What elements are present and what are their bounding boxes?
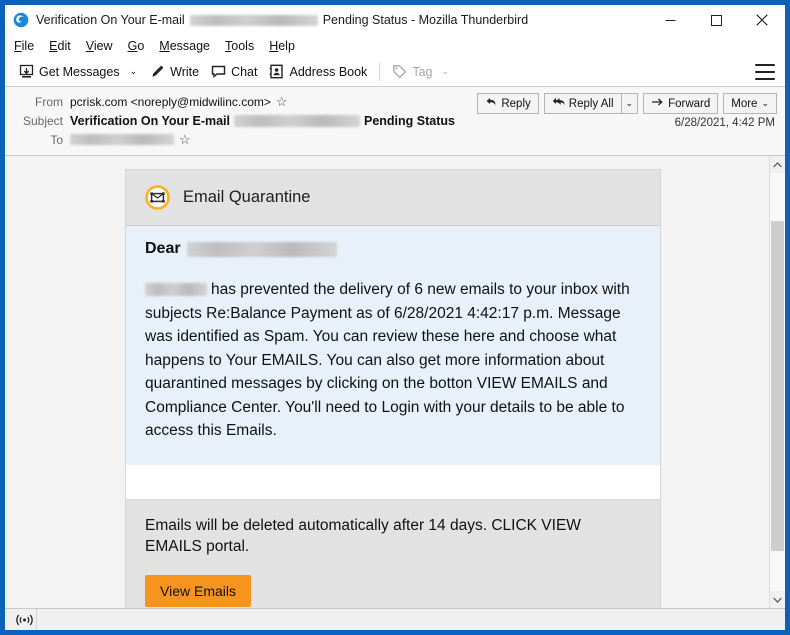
reply-all-dropdown[interactable]: ⌄ [620,93,639,114]
chevron-down-icon: ⌄ [625,98,634,108]
message-body-pane: Email Quarantine Dear has prevented the … [5,156,785,608]
chat-bubble-icon [211,64,226,79]
card-title: Email Quarantine [183,188,311,206]
scrollbar-thumb[interactable] [771,221,784,551]
subject-suffix: Pending Status [364,113,455,128]
address-book-icon [269,64,284,79]
card-footer: Emails will be deleted automatically aft… [126,498,660,608]
subject-prefix: Verification On Your E-mail [70,113,230,128]
message-header: From pcrisk.com <noreply@midwilinc.com> … [5,87,785,156]
get-messages-icon [19,64,34,79]
card-body: Dear has prevented the delivery of 6 new… [126,226,660,465]
chat-button[interactable]: Chat [205,60,263,84]
get-messages-dropdown-caret[interactable]: ⌄ [130,67,138,76]
greeting: Dear [145,240,641,258]
subject-value: Verification On Your E-mail Pending Stat… [70,114,455,128]
reply-all-icon [552,96,565,111]
hamburger-menu-icon[interactable] [755,63,775,80]
close-button[interactable] [739,5,785,35]
menu-go[interactable]: Go [128,39,153,53]
to-row: To ☆ [5,130,785,149]
tag-dropdown-caret[interactable]: ⌄ [441,67,449,76]
message-actions: Reply Reply All ⌄ Forward More ⌄ [477,93,777,114]
redacted-subject-email [234,114,360,127]
window-title-prefix: Verification On Your E-mail [36,13,185,27]
to-label: To [50,132,63,147]
write-button[interactable]: Write [144,60,205,84]
chat-label: Chat [231,64,258,79]
menu-view[interactable]: View [86,39,121,53]
window-title: Verification On Your E-mail Pending Stat… [36,13,528,27]
window-controls [647,5,785,35]
thunderbird-window: Verification On Your E-mail Pending Stat… [0,0,790,635]
scroll-up-arrow-icon[interactable] [770,156,785,173]
reply-all-button[interactable]: Reply All [543,93,621,114]
menu-edit[interactable]: Edit [49,39,79,53]
redacted-title-email [189,14,318,26]
subject-label: Subject [22,113,63,128]
from-star-icon[interactable]: ☆ [276,95,288,108]
to-star-icon[interactable]: ☆ [179,133,191,146]
tag-button[interactable]: Tag ⌄ [386,60,455,84]
title-bar: Verification On Your E-mail Pending Stat… [5,5,785,35]
scroll-down-arrow-icon[interactable] [770,591,785,608]
forward-button[interactable]: Forward [643,93,719,114]
menu-help[interactable]: Help [269,39,303,53]
body-paragraph-text: has prevented the delivery of 6 new emai… [145,281,630,440]
main-toolbar: Get Messages ⌄ Write Chat Address Book T… [5,57,785,87]
toolbar-separator [379,62,381,81]
from-address[interactable]: pcrisk.com <noreply@midwilinc.com> [70,95,271,109]
message-scrollbar[interactable] [769,156,785,608]
more-button[interactable]: More ⌄ [723,93,777,114]
email-quarantine-card: Email Quarantine Dear has prevented the … [125,169,661,608]
greeting-label: Dear [145,240,181,257]
menu-message[interactable]: Message [159,39,218,53]
more-chevron-down-icon: ⌄ [761,98,769,108]
forward-label: Forward [668,97,711,110]
status-bar [5,608,785,630]
window-title-suffix: Pending Status - Mozilla Thunderbird [322,13,529,27]
quarantine-envelope-icon [145,185,170,210]
reply-label: Reply [501,97,531,110]
message-date: 6/28/2021, 4:42 PM [674,117,775,129]
redacted-sender-domain [145,283,207,297]
address-book-button[interactable]: Address Book [263,60,373,84]
menu-bar: File Edit View Go Message Tools Help [5,35,785,57]
card-header: Email Quarantine [126,170,660,226]
body-paragraph: has prevented the delivery of 6 new emai… [145,278,641,443]
footer-notice: Emails will be deleted automatically aft… [145,516,581,556]
card-spacer [126,464,660,499]
forward-arrow-icon [651,96,664,111]
from-label: From [35,94,63,109]
scrollbar-track[interactable] [770,173,785,591]
maximize-button[interactable] [693,5,739,35]
get-messages-label: Get Messages [39,64,120,79]
write-label: Write [170,64,200,79]
menu-file[interactable]: File [14,39,42,53]
minimize-button[interactable] [647,5,693,35]
reply-icon [485,96,497,111]
tag-icon [392,64,407,79]
get-messages-button[interactable]: Get Messages [13,60,126,84]
from-value: pcrisk.com <noreply@midwilinc.com> ☆ [70,95,288,109]
more-label: More [731,97,758,110]
view-emails-button[interactable]: View Emails [145,574,251,607]
reply-button[interactable]: Reply [477,93,539,114]
pencil-icon [150,64,165,79]
reply-all-label: Reply All [568,97,614,110]
thunderbird-icon [13,12,29,28]
tag-label: Tag [412,64,433,79]
redacted-recipient-email [186,241,337,257]
message-body-scroll-area: Email Quarantine Dear has prevented the … [5,156,769,608]
address-book-label: Address Book [289,64,368,79]
to-value: ☆ [70,133,191,146]
broadcast-icon [13,609,37,630]
redacted-to-email [70,134,174,145]
menu-tools[interactable]: Tools [225,39,262,53]
